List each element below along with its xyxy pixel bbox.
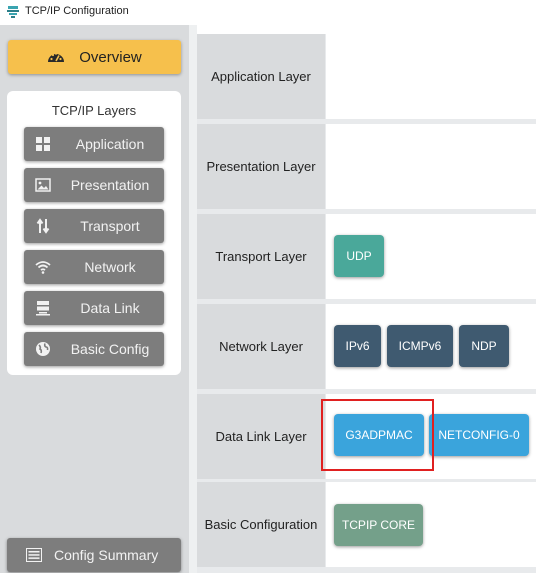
layers-grid: Application Layer Presentation Layer Tra… — [197, 34, 536, 573]
layer-label: Presentation Layer — [197, 124, 325, 209]
server-icon — [36, 301, 50, 316]
overview-label: Overview — [79, 48, 142, 66]
nav-application-button[interactable]: Application — [24, 127, 164, 161]
wifi-icon — [35, 261, 51, 274]
layer-label: Network Layer — [197, 304, 325, 389]
layer-row-application: Application Layer — [197, 34, 536, 119]
layer-label: Application Layer — [197, 34, 325, 119]
config-summary-button[interactable]: Config Summary — [7, 538, 181, 572]
nav-application-label: Application — [75, 136, 145, 152]
nav-transport-button[interactable]: Transport — [24, 209, 164, 243]
overview-button[interactable]: Overview — [8, 40, 181, 74]
module-netconfig-0[interactable]: NETCONFIG-0 — [429, 414, 529, 456]
layer-content — [326, 34, 536, 119]
nav-basic-config-button[interactable]: Basic Config — [24, 332, 164, 366]
nav-network-label: Network — [84, 259, 136, 275]
config-summary-label: Config Summary — [54, 547, 159, 563]
grid-icon — [36, 137, 50, 151]
module-udp[interactable]: UDP — [334, 235, 384, 277]
sidebar: Overview TCP/IP Layers Application Prese… — [0, 25, 189, 573]
layer-content: TCPIP CORE — [326, 482, 536, 567]
layer-row-transport: Transport Layer UDP — [197, 214, 536, 299]
nav-presentation-button[interactable]: Presentation — [24, 168, 164, 202]
nav-data-link-label: Data Link — [80, 300, 140, 316]
layer-label: Transport Layer — [197, 214, 325, 299]
layer-row-basic-configuration: Basic Configuration TCPIP CORE — [197, 482, 536, 567]
layer-content: UDP — [326, 214, 536, 299]
nav-presentation-label: Presentation — [70, 177, 150, 193]
selection-highlight — [321, 399, 434, 471]
title-bar: TCP/IP Configuration — [0, 0, 536, 24]
module-icmpv6[interactable]: ICMPv6 — [387, 325, 453, 367]
arrows-updown-icon — [36, 218, 50, 234]
layer-content — [326, 124, 536, 209]
nav-basic-config-label: Basic Config — [70, 341, 150, 357]
window-title: TCP/IP Configuration — [25, 5, 129, 17]
layer-label: Basic Configuration — [197, 482, 325, 567]
image-icon — [35, 178, 51, 192]
layer-content: IPv6 ICMPv6 NDP — [326, 304, 536, 389]
module-ndp[interactable]: NDP — [459, 325, 509, 367]
nav-network-button[interactable]: Network — [24, 250, 164, 284]
layers-title: TCP/IP Layers — [51, 103, 137, 118]
layer-label: Data Link Layer — [197, 394, 325, 479]
app-icon — [7, 6, 19, 18]
layer-row-network: Network Layer IPv6 ICMPv6 NDP — [197, 304, 536, 389]
divider — [189, 25, 197, 573]
list-icon — [26, 548, 42, 562]
nav-transport-label: Transport — [80, 218, 140, 234]
nav-data-link-button[interactable]: Data Link — [24, 291, 164, 325]
layers-panel: TCP/IP Layers Application Presentation T… — [7, 91, 181, 375]
module-tcpip-core[interactable]: TCPIP CORE — [334, 504, 423, 546]
module-ipv6[interactable]: IPv6 — [334, 325, 381, 367]
layer-row-presentation: Presentation Layer — [197, 124, 536, 209]
globe-icon — [36, 342, 50, 356]
dashboard-icon — [48, 52, 65, 62]
